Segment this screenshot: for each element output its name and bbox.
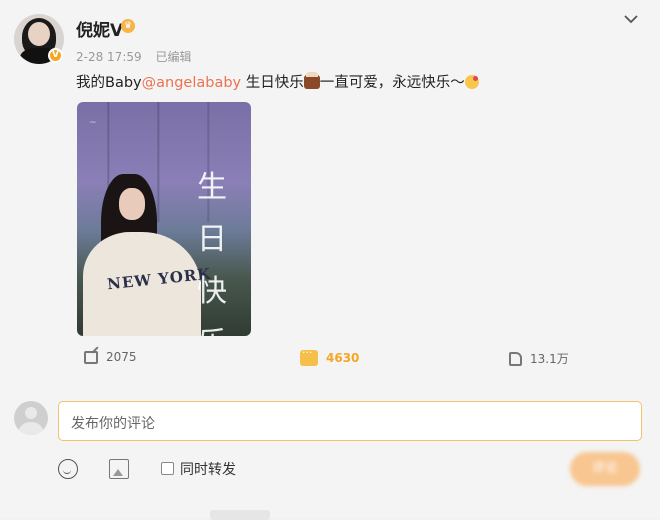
cake-emoji-icon <box>303 72 320 89</box>
comment-icon <box>300 346 318 366</box>
avatar-face <box>28 22 50 46</box>
kiss-emoji-icon <box>464 75 479 89</box>
chevron-down-icon[interactable] <box>624 12 638 24</box>
post-text: 我的Baby@angelababy 生日快乐 一直可爱，永远快乐～ <box>76 71 479 92</box>
commenter-avatar <box>14 401 48 435</box>
smile-icon[interactable] <box>58 459 78 479</box>
comment-input[interactable]: 发布你的评论 <box>58 401 642 441</box>
mention-link[interactable]: @angelababy <box>142 75 242 91</box>
submit-comment-button[interactable]: 评论 <box>570 452 640 486</box>
like-count: 13.1万 <box>530 352 569 366</box>
post-image[interactable]: ~ NEW YORK 生日快乐 <box>77 102 251 336</box>
post-text-prefix: 我的Baby <box>76 75 142 91</box>
bottom-fade <box>210 510 270 520</box>
comment-action[interactable]: 4630 <box>300 346 360 366</box>
post-date[interactable]: 2-28 17:59 <box>76 50 142 64</box>
share-count: 2075 <box>106 350 137 364</box>
post-meta: 2-28 17:59 已编辑 <box>76 48 201 65</box>
post-text-mid: 生日快乐 <box>241 75 304 91</box>
username[interactable]: 倪妮V <box>76 16 123 41</box>
share-icon <box>84 350 98 364</box>
image-icon[interactable] <box>109 459 129 479</box>
crown-icon[interactable]: ♛ <box>121 19 135 33</box>
like-action[interactable]: 13.1万 <box>509 350 569 367</box>
forward-checkbox[interactable] <box>161 462 174 475</box>
image-calligraphy: 生日快乐 <box>197 170 227 336</box>
weibo-post-card: V 倪妮V ♛ 2-28 17:59 已编辑 我的Baby@angelababy… <box>0 0 660 520</box>
forward-label[interactable]: 同时转发 <box>180 459 236 479</box>
comment-count: 4630 <box>326 351 360 365</box>
image-face <box>119 188 145 220</box>
edited-label[interactable]: 已编辑 <box>155 50 191 64</box>
post-text-mid2: 一直可爱，永远快乐～ <box>319 75 465 91</box>
like-icon <box>509 351 522 366</box>
share-action[interactable]: 2075 <box>84 350 137 364</box>
image-signature: ~ <box>89 118 97 128</box>
verified-badge-icon: V <box>48 48 63 63</box>
